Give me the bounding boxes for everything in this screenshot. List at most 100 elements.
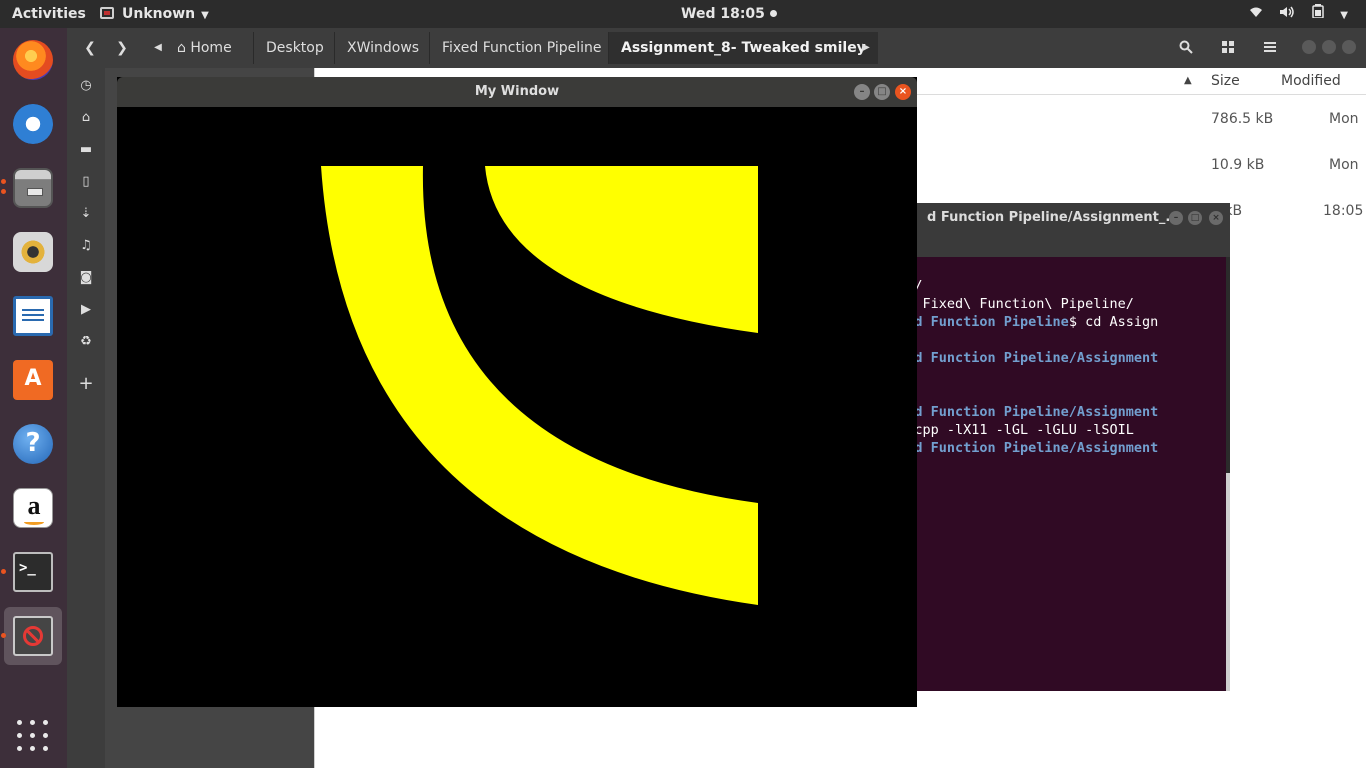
app-window-icon: [100, 7, 114, 19]
grid-icon: [1222, 41, 1234, 53]
terminal-titlebar[interactable]: d Function Pipeline/Assignment_... – □ ×: [890, 203, 1230, 233]
home-icon[interactable]: ⌂: [67, 107, 105, 129]
file-manager-sidebar: ◷ ⌂ ▬ ▯ ⇣ ♫ ◙ ▶ ♻ +: [67, 68, 105, 768]
breadcrumb-xwindows[interactable]: XWindows: [334, 32, 431, 64]
clock[interactable]: Wed 18:05: [681, 0, 777, 28]
terminal-scrollbar[interactable]: [1226, 473, 1230, 691]
menu-button[interactable]: [1255, 28, 1285, 68]
chevron-left-icon: ❮: [84, 40, 96, 56]
wifi-icon: [1249, 1, 1263, 29]
show-applications-icon[interactable]: [17, 720, 49, 752]
files-launcher[interactable]: [1, 159, 62, 217]
music-icon[interactable]: ♫: [67, 235, 105, 257]
breadcrumb-home[interactable]: ⌂ Home: [165, 32, 244, 64]
path-scroll-right-button[interactable]: ▶: [859, 28, 873, 68]
file-size: 786.5 kB: [1211, 111, 1274, 127]
shopping-bag-icon: A: [13, 360, 53, 400]
file-manager-headerbar: ❮ ❯ ◀ ⌂ Home Desktop XWindows Fixed Func…: [67, 28, 1366, 68]
thunderbird-launcher[interactable]: [4, 95, 62, 153]
maximize-button[interactable]: [1320, 28, 1338, 68]
running-indicator: [1, 179, 6, 184]
thunderbird-icon: [13, 104, 53, 144]
file-modified: Mon: [1329, 157, 1359, 173]
breadcrumb-label: XWindows: [347, 40, 420, 56]
chevron-right-icon: ❯: [116, 40, 128, 56]
app-menu[interactable]: Unknown ▼: [100, 0, 209, 28]
search-button[interactable]: [1171, 28, 1201, 68]
clock-label: Wed 18:05: [681, 6, 765, 22]
camera-icon[interactable]: ◙: [67, 267, 105, 289]
terminal-icon: >_: [13, 552, 53, 592]
close-icon: [1342, 40, 1356, 54]
document-icon[interactable]: ▯: [67, 171, 105, 193]
terminal-line: ixed Function Pipeline/Assignment: [890, 350, 1159, 366]
help-launcher[interactable]: ?: [4, 415, 62, 473]
minimize-button[interactable]: [1300, 28, 1318, 68]
recent-icon[interactable]: ◷: [67, 75, 105, 97]
search-icon: [1179, 40, 1193, 54]
breadcrumb-label: Home: [190, 40, 232, 56]
sort-ascending-icon[interactable]: ▲: [1184, 75, 1192, 86]
gl-window-titlebar[interactable]: My Window – □ ×: [117, 77, 917, 107]
download-icon[interactable]: ⇣: [67, 203, 105, 225]
triangle-left-icon: ◀: [154, 42, 162, 53]
trash-icon[interactable]: ♻: [67, 331, 105, 353]
breadcrumb-current[interactable]: Assignment_8- Tweaked smiley: [608, 32, 878, 64]
maximize-icon: [1322, 40, 1336, 54]
close-button[interactable]: [1340, 28, 1358, 68]
help-icon: ?: [13, 424, 53, 464]
breadcrumb-label: Desktop: [266, 40, 324, 56]
running-indicator: [1, 633, 6, 638]
folder-icon[interactable]: ▬: [67, 139, 105, 161]
path-scroll-left-button[interactable]: ◀: [151, 28, 165, 68]
gl-window-title: My Window: [474, 84, 560, 99]
close-icon[interactable]: ×: [895, 84, 911, 100]
hamburger-icon: [1264, 42, 1276, 52]
desktop: Activities Unknown ▼ Wed 18:05 ▼ A ? a >_: [0, 0, 1366, 768]
battery-icon: [1312, 1, 1324, 29]
system-tray[interactable]: ▼: [1237, 0, 1348, 28]
maximize-icon[interactable]: □: [874, 84, 890, 100]
firefox-launcher[interactable]: [4, 31, 62, 89]
breadcrumb-label: Assignment_8- Tweaked smiley: [621, 40, 866, 56]
document-icon: [13, 296, 53, 336]
gl-app-launcher[interactable]: [1, 607, 62, 665]
activities-button[interactable]: Activities: [12, 0, 86, 28]
back-button[interactable]: ❮: [79, 28, 101, 68]
file-size: 10.9 kB: [1211, 157, 1265, 173]
minimize-icon[interactable]: –: [1169, 211, 1183, 225]
terminal-line: ixed Function Pipeline/Assignment: [890, 404, 1159, 420]
terminal-launcher[interactable]: >_: [1, 543, 62, 601]
add-location-icon[interactable]: +: [67, 373, 105, 395]
notification-dot-icon: [769, 10, 777, 17]
breadcrumb-fixed-function-pipeline[interactable]: Fixed Function Pipeline: [429, 32, 614, 64]
terminal-line: ey.cpp -lX11 -lGL -lGLU -lSOIL: [890, 422, 1134, 438]
chevron-down-icon: ▼: [201, 10, 209, 21]
column-modified[interactable]: Modified: [1281, 73, 1341, 89]
top-bar: Activities Unknown ▼ Wed 18:05 ▼: [0, 0, 1366, 28]
gl-canvas[interactable]: [117, 107, 917, 707]
amazon-launcher[interactable]: a: [4, 479, 62, 537]
no-entry-icon: [13, 616, 53, 656]
yellow-arc-shape: [321, 166, 758, 605]
home-icon: ⌂: [177, 40, 186, 56]
video-icon[interactable]: ▶: [67, 299, 105, 321]
breadcrumb-desktop[interactable]: Desktop: [253, 32, 336, 64]
terminal-window: d Function Pipeline/Assignment_... – □ ×…: [890, 203, 1230, 691]
terminal-menubar: [890, 233, 1230, 257]
firefox-icon: [13, 40, 53, 80]
volume-icon: [1279, 1, 1295, 29]
rhythmbox-launcher[interactable]: [4, 223, 62, 281]
view-grid-button[interactable]: [1213, 28, 1243, 68]
close-icon[interactable]: ×: [1209, 211, 1223, 225]
terminal-output[interactable]: ows/ cd Fixed\ Function\ Pipeline/ ixed …: [890, 257, 1226, 691]
software-launcher[interactable]: A: [4, 351, 62, 409]
amazon-icon: a: [13, 488, 53, 528]
writer-launcher[interactable]: [4, 287, 62, 345]
maximize-icon[interactable]: □: [1188, 211, 1202, 225]
minimize-icon[interactable]: –: [854, 84, 870, 100]
breadcrumb-label: Fixed Function Pipeline: [442, 40, 602, 56]
chevron-down-icon: ▼: [1340, 10, 1348, 21]
column-size[interactable]: Size: [1211, 73, 1240, 89]
forward-button[interactable]: ❯: [111, 28, 133, 68]
